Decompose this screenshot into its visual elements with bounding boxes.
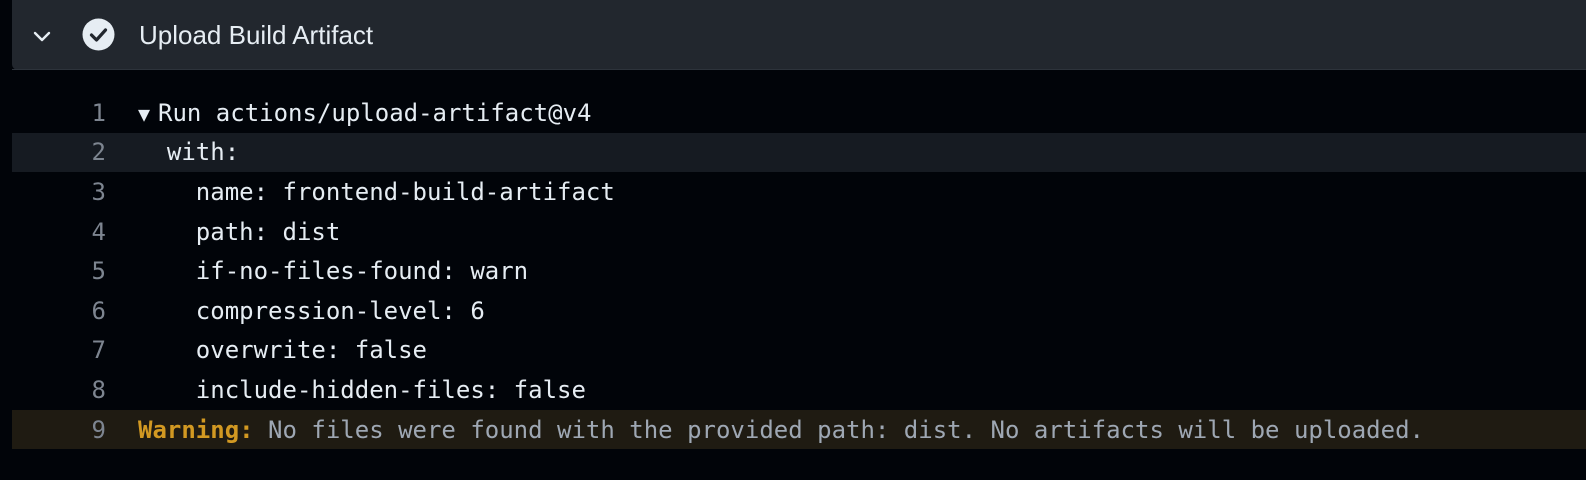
log-line-content: ▼ Run actions/upload-artifact@v4 xyxy=(138,99,591,127)
line-number[interactable]: 7 xyxy=(12,336,106,364)
log-text: path: dist xyxy=(138,217,341,246)
log-text: Run actions/upload-artifact@v4 xyxy=(158,98,592,127)
log-line-3[interactable]: 3 name: frontend-build-artifact xyxy=(12,172,1586,212)
log-text: overwrite: false xyxy=(138,336,427,365)
line-number[interactable]: 8 xyxy=(12,376,106,404)
line-number[interactable]: 9 xyxy=(12,416,106,444)
line-number[interactable]: 6 xyxy=(12,297,106,325)
log-line-5[interactable]: 5 if-no-files-found: warn xyxy=(12,251,1586,291)
log-line-6[interactable]: 6 compression-level: 6 xyxy=(12,291,1586,331)
log-text: compression-level: 6 xyxy=(138,296,485,325)
step-title: Upload Build Artifact xyxy=(139,20,374,50)
log-text: with: xyxy=(138,138,240,167)
log-line-content: Warning: No files were found with the pr… xyxy=(138,416,1424,444)
log-line-2[interactable]: 2 with: xyxy=(12,132,1586,173)
group-toggle-icon[interactable]: ▼ xyxy=(138,102,158,126)
step-header[interactable]: Upload Build Artifact xyxy=(12,0,1586,70)
line-number[interactable]: 4 xyxy=(12,218,106,246)
line-number[interactable]: 5 xyxy=(12,257,106,285)
line-number[interactable]: 2 xyxy=(12,138,106,166)
line-number[interactable]: 3 xyxy=(12,178,106,206)
line-number[interactable]: 1 xyxy=(12,99,106,127)
log-text: name: frontend-build-artifact xyxy=(138,177,615,206)
log-output: 1 ▼ Run actions/upload-artifact@v4 2 with… xyxy=(12,93,1586,450)
check-circle-icon xyxy=(82,18,115,51)
warning-text: No files were found with the provided pa… xyxy=(253,415,1424,444)
chevron-down-icon[interactable] xyxy=(30,24,54,48)
log-line-4[interactable]: 4 path: dist xyxy=(12,212,1586,252)
warning-label: Warning: xyxy=(138,415,254,444)
log-line-9-warning[interactable]: 9 Warning: No files were found with the … xyxy=(12,409,1586,450)
log-line-8[interactable]: 8 include-hidden-files: false xyxy=(12,370,1586,410)
log-text: include-hidden-files: false xyxy=(138,375,586,404)
log-text: if-no-files-found: warn xyxy=(138,257,529,286)
log-line-1[interactable]: 1 ▼ Run actions/upload-artifact@v4 xyxy=(12,93,1586,133)
log-line-7[interactable]: 7 overwrite: false xyxy=(12,331,1586,371)
